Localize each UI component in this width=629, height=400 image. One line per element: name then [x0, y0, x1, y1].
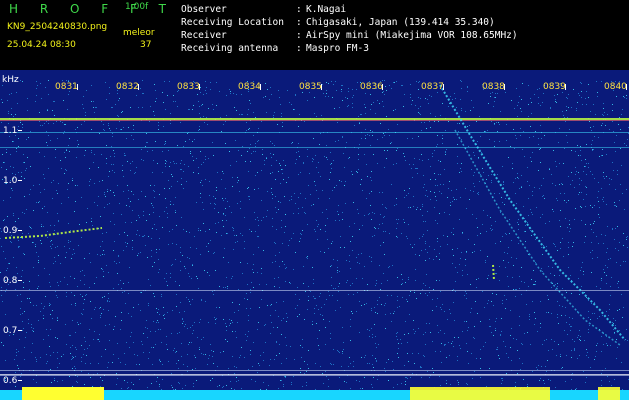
x-tick-label: 0831: [55, 82, 78, 92]
noise-speckle: [0, 80, 629, 400]
info-row-antenna: Receiving antenna: Maspro FM-3: [181, 43, 369, 54]
x-tick-label: 0838: [482, 82, 505, 92]
carrier-line: [0, 375, 629, 376]
x-tick: [565, 84, 566, 90]
y-tick: [18, 280, 22, 281]
x-tick: [626, 84, 627, 90]
x-tick: [321, 84, 322, 90]
x-tick: [138, 84, 139, 90]
y-tick: [18, 130, 22, 131]
info-value: K.Nagai: [306, 4, 347, 15]
signal-trace: [4, 227, 103, 239]
x-tick-label: 0840: [604, 82, 627, 92]
noise-speckle: [0, 80, 627, 400]
intensity-peak: [410, 387, 550, 400]
x-tick: [504, 84, 505, 90]
noise-field: [0, 80, 629, 400]
info-label: Observer: [181, 4, 227, 15]
detection-mode: meleor: [123, 28, 155, 38]
intensity-peak: [22, 387, 104, 400]
info-value: Maspro FM-3: [306, 43, 369, 54]
x-tick: [382, 84, 383, 90]
info-label: Receiving antenna: [181, 43, 279, 54]
x-tick-label: 0839: [543, 82, 566, 92]
x-tick-label: 0835: [299, 82, 322, 92]
y-tick-label: 0.6: [3, 376, 18, 386]
station-info: Observer: K.Nagai Receiving Location: Ch…: [181, 4, 518, 56]
y-axis-unit: kHz: [2, 75, 19, 85]
y-tick: [18, 230, 22, 231]
file-name: KN9_2504240830.png: [7, 22, 108, 32]
y-tick-label: 1.0: [3, 176, 18, 186]
signal-traces: [0, 84, 629, 376]
x-tick-label: 0832: [116, 82, 139, 92]
y-tick-label: 0.9: [3, 226, 18, 236]
x-tick: [443, 84, 444, 90]
x-tick-label: 0833: [177, 82, 200, 92]
carrier-line: [0, 370, 629, 371]
spectrogram-canvas: kHz 1.1 1.0 0.9 0.8 0.7 0.6 0831 0832 0833 0834 083…: [0, 75, 629, 400]
header-panel: H R O F F T 1.00f KN9_2504240830.png mel…: [0, 0, 629, 70]
spectrogram-axes: kHz 1.1 1.0 0.9 0.8 0.7 0.6 0831 0832 0833 0834 083…: [0, 75, 629, 400]
y-tick-label: 0.8: [3, 276, 18, 286]
info-row-location: Receiving Location: Chigasaki, Japan (13…: [181, 17, 495, 28]
x-tick: [199, 84, 200, 90]
x-tick: [260, 84, 261, 90]
x-tick-label: 0836: [360, 82, 383, 92]
carrier-line: [0, 118, 629, 120]
info-value: AirSpy mini (Miakejima VOR 108.65MHz): [306, 30, 518, 41]
info-row-receiver: Receiver: AirSpy mini (Miakejima VOR 108…: [181, 30, 518, 41]
info-label: Receiving Location: [181, 17, 284, 28]
intensity-peak: [598, 387, 620, 400]
carrier-line: [0, 120, 629, 121]
y-tick: [18, 380, 22, 381]
y-tick-label: 1.1: [3, 126, 17, 136]
carrier-line: [0, 374, 629, 375]
y-tick: [18, 180, 22, 181]
x-tick: [77, 84, 78, 90]
carrier-line: [0, 132, 629, 133]
app-name: H R O F F T: [9, 2, 176, 16]
info-label: Receiver: [181, 30, 227, 41]
carrier-line: [0, 147, 629, 148]
app-version: 1.00f: [125, 2, 149, 12]
x-tick-label: 0834: [238, 82, 261, 92]
carrier-line: [0, 290, 629, 291]
capture-datetime: 25.04.24 08:30: [7, 40, 76, 50]
y-tick: [18, 330, 22, 331]
x-tick-label: 0837: [421, 82, 444, 92]
info-value: Chigasaki, Japan (139.414 35.340): [306, 17, 495, 28]
detection-count: 37: [140, 40, 152, 50]
info-row-observer: Observer: K.Nagai: [181, 4, 347, 15]
signal-trace: [492, 264, 495, 281]
y-tick-label: 0.7: [3, 326, 17, 336]
spectrogram: kHz 1.1 1.0 0.9 0.8 0.7 0.6 0831 0832 0833 0834 083…: [0, 70, 629, 400]
